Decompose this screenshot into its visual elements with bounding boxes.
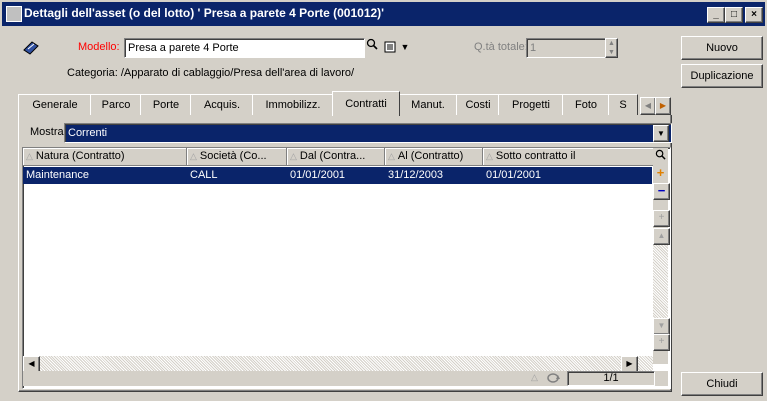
close-window-button[interactable]: × <box>745 7 763 23</box>
tab-immobilizz[interactable]: Immobilizz. <box>252 94 334 116</box>
scroll-up-icon[interactable]: ▲ <box>653 228 670 245</box>
tab-progetti[interactable]: Progetti <box>498 94 564 116</box>
tab-strip: Generale Parco Porte Acquis. Immobilizz.… <box>18 91 672 116</box>
sort-icon[interactable]: △ <box>531 372 538 383</box>
app-icon <box>6 6 22 22</box>
title-bar[interactable]: Dettagli dell'asset (o del lotto) ' Pres… <box>2 2 765 26</box>
column-header[interactable]: △ Al (Contratto) <box>385 148 483 166</box>
table-row[interactable]: Maintenance CALL 01/01/2001 31/12/2003 0… <box>23 167 652 184</box>
tab-s[interactable]: S <box>608 94 638 116</box>
refresh-icon[interactable] <box>545 372 561 384</box>
tab-generale[interactable]: Generale <box>18 94 92 116</box>
scroll-last-icon[interactable]: + <box>653 334 670 351</box>
tab-foto[interactable]: Foto <box>562 94 610 116</box>
grid-toolbar: + − + ▲ ▼ + <box>653 148 670 364</box>
cell-nature: Maintenance <box>26 169 89 181</box>
tab-parco[interactable]: Parco <box>90 94 142 116</box>
close-button[interactable]: Chiudi <box>681 372 763 396</box>
tab-contratti[interactable]: Contratti <box>332 91 400 116</box>
maximize-button[interactable]: □ <box>725 7 743 23</box>
category-value: /Apparato di cablaggio/Presa dell'area d… <box>120 67 355 79</box>
tab-porte[interactable]: Porte <box>140 94 192 116</box>
contracts-grid: △ Natura (Contratto) △ Società (Co... △ Dal… <box>22 147 671 389</box>
model-field[interactable]: Presa a parete 4 Porte <box>124 38 365 58</box>
qty-spinner: ▲ ▼ <box>605 38 618 58</box>
qty-field: 1 <box>526 38 607 58</box>
scroll-first-icon[interactable]: + <box>653 210 670 227</box>
cell-company: CALL <box>190 169 218 181</box>
filter-label: Mostra: <box>30 126 67 138</box>
tab-costi[interactable]: Costi <box>456 94 500 116</box>
add-row-icon[interactable]: + <box>653 166 668 181</box>
minimize-button[interactable]: _ <box>707 7 725 23</box>
column-header[interactable]: △ Società (Co... <box>187 148 287 166</box>
column-header[interactable]: △ Dal (Contra... <box>287 148 385 166</box>
tab-scroll-right-icon[interactable]: ▶ <box>655 97 671 115</box>
filter-select[interactable]: Correnti <box>64 123 672 143</box>
model-label: Modello: <box>78 41 120 53</box>
grid-status-bar: △ 1/1 <box>23 371 668 386</box>
model-dropdown-icon[interactable]: ▼ <box>398 38 412 56</box>
category-line: Categoria: /Apparato di cablaggio/Presa … <box>67 67 354 79</box>
horizontal-scrollbar[interactable]: ◀ ▶ <box>23 356 653 373</box>
tab-scroll-left-icon[interactable]: ◀ <box>640 97 656 115</box>
grid-header: △ Natura (Contratto) △ Società (Co... △ Dal… <box>23 148 655 166</box>
pager-count: 1/1 <box>567 371 655 386</box>
cell-to: 31/12/2003 <box>388 169 444 181</box>
model-detail-icon[interactable] <box>383 38 397 56</box>
filter-dropdown-icon[interactable]: ▼ <box>653 125 669 142</box>
column-header[interactable]: △ Sotto contratto il <box>483 148 655 166</box>
tab-acquis[interactable]: Acquis. <box>190 94 254 116</box>
asset-icon <box>22 40 40 56</box>
duplicate-button[interactable]: Duplicazione <box>681 64 763 88</box>
scroll-down-icon[interactable]: ▼ <box>653 318 670 335</box>
tab-manut[interactable]: Manut. <box>398 94 458 116</box>
model-search-icon[interactable] <box>363 38 381 56</box>
cell-from: 01/01/2001 <box>290 169 346 181</box>
cell-under-contract: 01/01/2001 <box>486 169 542 181</box>
new-button[interactable]: Nuovo <box>681 36 763 60</box>
category-label: Categoria: <box>67 67 118 79</box>
remove-row-icon[interactable]: − <box>653 183 670 200</box>
filter-value: Correnti <box>68 127 108 139</box>
column-header[interactable]: △ Natura (Contratto) <box>23 148 187 166</box>
grid-search-icon[interactable] <box>653 149 668 164</box>
window-title: Dettagli dell'asset (o del lotto) ' Pres… <box>24 6 385 20</box>
qty-label: Q.tà totale: <box>474 41 528 53</box>
